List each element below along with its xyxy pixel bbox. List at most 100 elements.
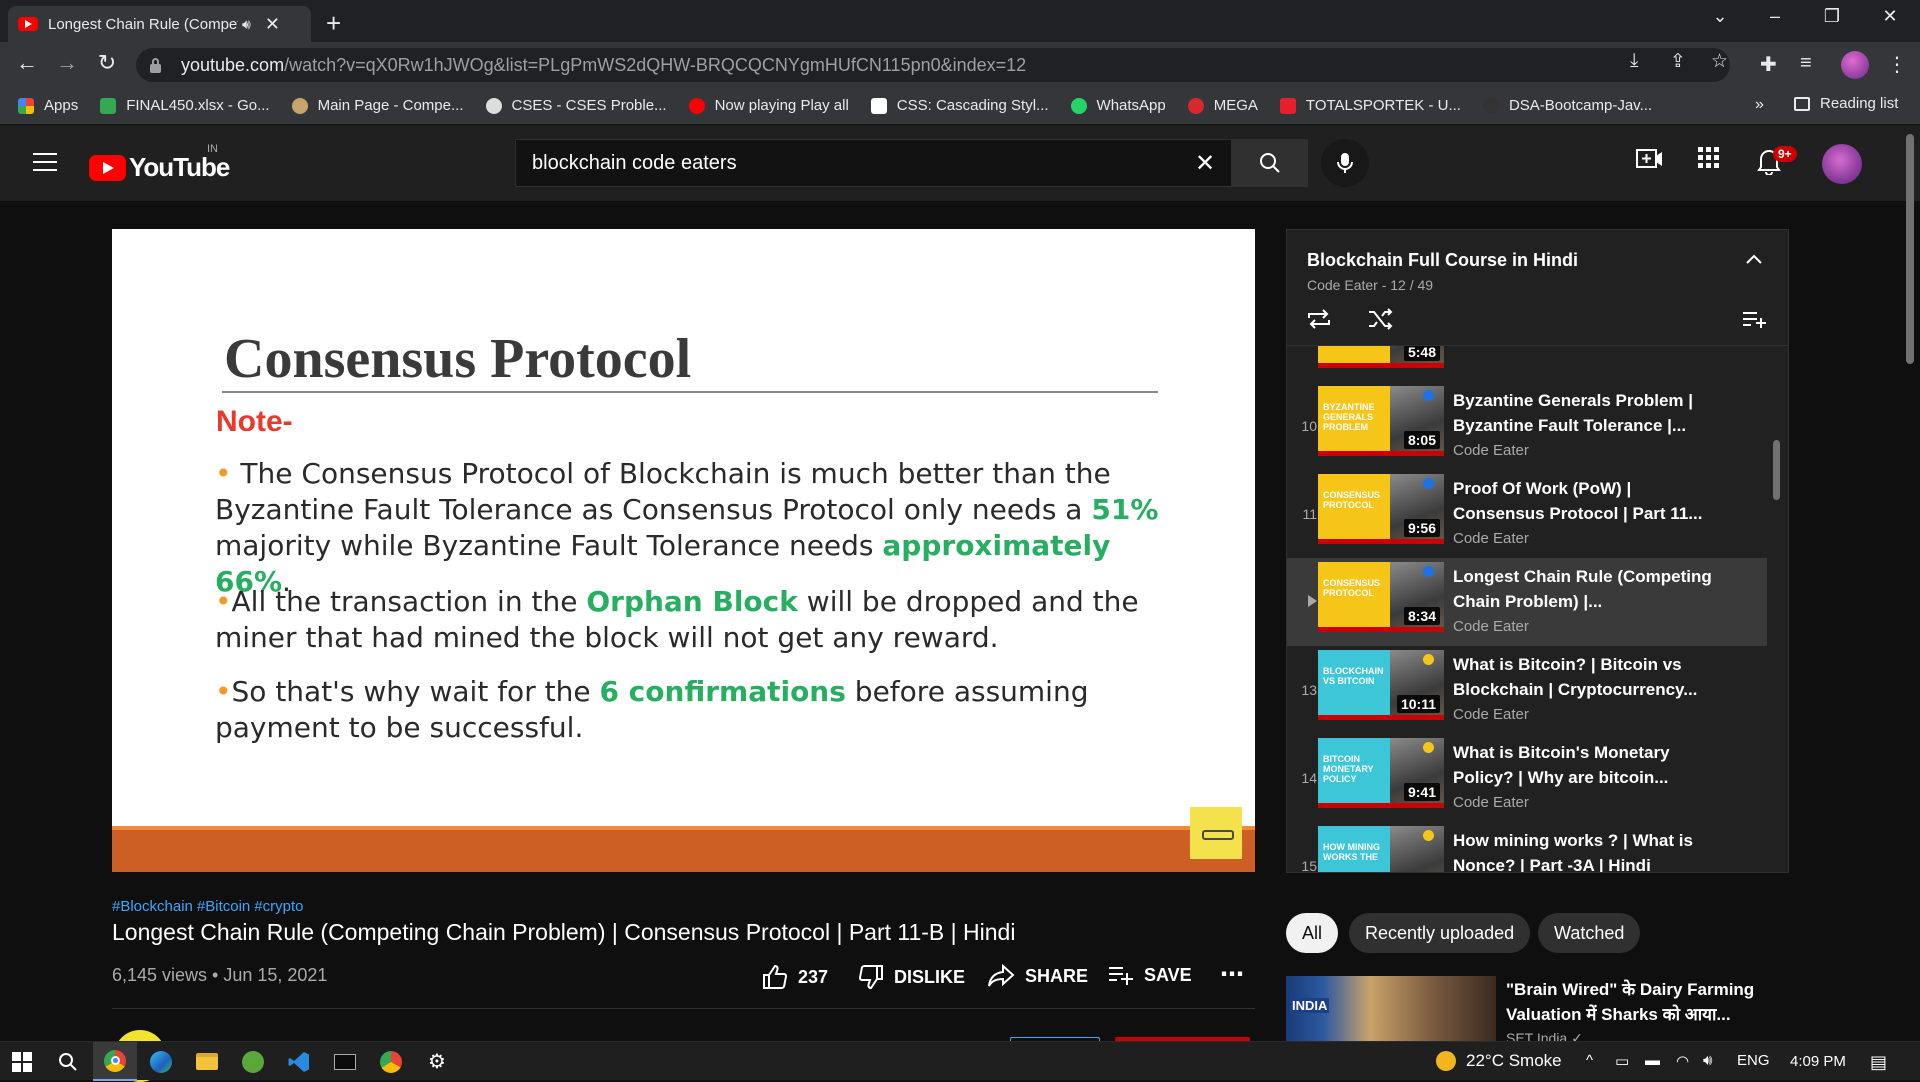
playlist-item-channel[interactable]: Code Eater [1453,530,1713,547]
browser-tab-active[interactable]: Longest Chain Rule (Competing Chain Prob… [8,6,311,42]
page-scrollbar[interactable] [1906,134,1914,364]
weather-widget[interactable]: 22°C Smoke [1436,1051,1562,1071]
more-actions-icon[interactable]: ⋯ [1220,960,1244,989]
playlist-item-thumbnail[interactable]: BITCOIN MONETARY POLICY 9:41 [1318,738,1444,808]
bookmark-item[interactable]: TOTALSPORTEK - U... [1279,97,1461,114]
meet-now-icon[interactable]: ▭ [1615,1052,1629,1070]
like-button[interactable]: 237 [762,964,828,990]
shuffle-icon[interactable] [1367,307,1395,336]
user-avatar[interactable] [1822,144,1862,184]
bookmark-apps[interactable]: Apps [18,97,78,114]
share-button[interactable]: SHARE [987,964,1088,988]
back-button[interactable]: ← [12,50,42,76]
playlist-item-channel[interactable]: Code Eater [1453,706,1713,723]
wifi-icon[interactable]: ◠ [1676,1052,1689,1070]
playlist-item-title[interactable]: How mining works ? | What is Nonce? | Pa… [1453,828,1713,872]
playlist-title[interactable]: Blockchain Full Course in Hindi [1307,250,1578,271]
recommendation-title[interactable]: "Brain Wired" के Dairy Farming Valuation… [1506,977,1766,1027]
playlist-item-title[interactable]: What is Bitcoin's Monetary Policy? | Why… [1453,740,1713,790]
torrent-app-icon[interactable] [231,1042,275,1081]
menu-icon[interactable] [33,153,57,171]
bookmark-item[interactable]: DSA-Bootcamp-Jav... [1482,97,1652,114]
vscode-icon[interactable] [277,1042,321,1081]
youtube-logo[interactable]: YouTube IN [89,143,230,183]
playlist-item[interactable]: 10 BYZANTINE GENERALS PROBLEM 8:05 Byzantin… [1287,382,1767,470]
playlist-item-thumbnail[interactable]: CONSENSUS PROTOCOL 9:56 [1318,474,1444,544]
playlist-item-title[interactable]: Byzantine Generals Problem | Byzantine F… [1453,388,1713,438]
volume-icon[interactable]: 🔊︎ [1703,1052,1712,1069]
playlist-item-thumbnail[interactable]: BLOCKCHAIN VS BITCOIN 10:11 [1318,650,1444,720]
playlist-item-thumbnail[interactable]: CONSENSUS PROTOCOL 8:34 [1318,562,1444,632]
audio-playing-icon[interactable]: 🔊︎ [242,16,251,33]
language-indicator[interactable]: ENG [1737,1052,1770,1069]
chip-recently-uploaded[interactable]: Recently uploaded [1349,913,1531,953]
playlist-item-title[interactable]: Longest Chain Rule (Competing Chain Prob… [1453,564,1713,614]
search-button[interactable] [1232,139,1308,187]
voice-search-button[interactable] [1321,139,1369,187]
settings-gear-icon[interactable]: ⚙ [415,1042,459,1081]
playlist-item-title[interactable]: What is Bitcoin? | Bitcoin vs Blockchain… [1453,652,1713,702]
system-clock[interactable]: 4:09 PM [1790,1053,1846,1070]
bookmark-item[interactable]: FINAL450.xlsx - Go... [100,97,270,114]
dislike-button[interactable]: DISLIKE [858,964,965,990]
share-page-icon[interactable]: ⇪ [1670,50,1686,73]
chrome-alt-icon[interactable] [369,1042,413,1081]
playlist-item[interactable]: 13 BLOCKCHAIN VS BITCOIN 10:11 What is Bitc… [1287,646,1767,734]
media-control-icon[interactable]: ≡ [1800,52,1812,75]
playlist-item-channel[interactable]: Code Eater [1453,794,1713,811]
playlist-menu-icon[interactable] [1742,310,1768,335]
bookmark-item[interactable]: CSS: Cascading Styl... [870,97,1049,114]
playlist-item[interactable]: 14 BITCOIN MONETARY POLICY 9:41 What is Bit… [1287,734,1767,822]
save-button[interactable]: SAVE [1108,964,1192,986]
bookmark-item[interactable]: CSES - CSES Proble... [485,97,667,114]
battery-icon[interactable]: ▬ [1645,1052,1660,1069]
create-video-icon[interactable] [1636,147,1664,176]
playlist-item-channel[interactable]: Code Eater [1453,442,1713,459]
forward-button[interactable]: → [52,50,82,76]
bookmark-star-icon[interactable]: ☆ [1711,50,1728,73]
hashtag-link[interactable]: #Blockchain [112,898,193,915]
reload-button[interactable]: ↻ [92,50,122,76]
close-window-button[interactable]: ✕ [1870,6,1910,27]
bookmarks-overflow-button[interactable]: » [1755,96,1764,114]
chip-all[interactable]: All [1286,913,1339,953]
profile-avatar[interactable] [1841,51,1869,79]
channel-watermark-icon[interactable] [1190,807,1242,859]
address-bar[interactable]: youtube.com/watch?v=qX0Rw1hJWOg&list=PLg… [136,48,1730,82]
video-player[interactable]: Consensus Protocol Note- • The Consensus… [112,229,1255,872]
chrome-taskbar-icon[interactable] [93,1042,137,1081]
restore-button[interactable]: ❐ [1812,6,1852,27]
bookmark-item[interactable]: Now playing Play all [688,97,849,114]
loop-playlist-icon[interactable] [1305,307,1333,336]
hashtag-link[interactable]: #crypto [254,898,303,915]
reading-list-button[interactable]: Reading list [1794,95,1898,112]
minimize-button[interactable]: – [1755,6,1795,27]
clear-search-icon[interactable]: ✕ [1195,149,1215,178]
playlist-item[interactable]: 15 HOW MINING WORKS THE How mining works ?… [1287,822,1767,872]
tab-search-icon[interactable]: ⌄ [1700,6,1740,27]
playlist-item-current[interactable]: CONSENSUS PROTOCOL 8:34 Longest Chain Rule… [1287,558,1767,646]
playlist-item-thumbnail[interactable]: BYZANTINE GENERALS PROBLEM 8:05 [1318,386,1444,456]
windows-start-icon[interactable] [0,1042,44,1081]
bookmark-item[interactable]: MEGA [1187,97,1258,114]
new-tab-button[interactable]: + [326,8,341,39]
action-center-icon[interactable]: ▤ [1870,1052,1887,1073]
apps-grid-icon[interactable] [1698,147,1720,174]
install-icon[interactable]: ⤓ [1630,50,1638,72]
search-input[interactable] [532,151,1172,175]
bookmark-item[interactable]: WhatsApp [1070,97,1166,114]
show-hidden-icons-icon[interactable]: ^ [1586,1052,1593,1069]
extensions-icon[interactable]: ✚ [1760,52,1777,77]
edge-icon[interactable] [139,1042,183,1081]
playlist-scrollbar[interactable] [1773,440,1780,500]
playlist-item-title[interactable]: Proof Of Work (PoW) | Consensus Protocol… [1453,476,1713,526]
playlist-item[interactable]: 11 CONSENSUS PROTOCOL 9:56 Proof Of Work (P… [1287,470,1767,558]
chip-watched[interactable]: Watched [1538,913,1641,953]
lock-icon[interactable] [150,57,161,73]
tab-close-icon[interactable]: ✕ [265,14,280,35]
playlist-item-channel[interactable]: Code Eater [1453,618,1713,635]
terminal-icon[interactable] [323,1042,367,1081]
file-explorer-icon[interactable] [185,1042,229,1081]
search-icon[interactable] [46,1042,90,1081]
chrome-menu-icon[interactable]: ⋮ [1887,52,1907,77]
